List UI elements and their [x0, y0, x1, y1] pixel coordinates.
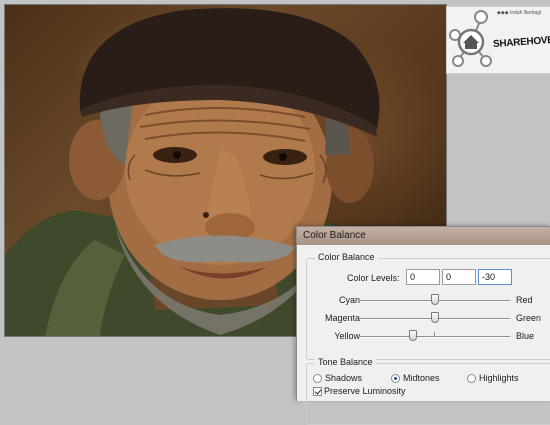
- highlights-label: Highlights: [479, 373, 519, 383]
- dialog-title: Color Balance: [303, 230, 366, 241]
- yellow-blue-level-input[interactable]: -30: [478, 269, 512, 285]
- color-balance-group: Color Balance Color Levels: 0 0 -30 Cyan…: [306, 252, 550, 360]
- midtones-label: Midtones: [403, 373, 440, 383]
- preserve-luminosity-checkbox[interactable]: Preserve Luminosity: [313, 386, 406, 396]
- blue-label: Blue: [516, 331, 535, 341]
- magenta-green-level-input[interactable]: 0: [442, 269, 476, 285]
- magenta-green-slider[interactable]: [360, 312, 510, 323]
- magenta-green-slider-row: Magenta Green: [307, 311, 550, 327]
- magenta-label: Magenta: [324, 313, 360, 323]
- tone-balance-group: Tone Balance Shadows Midtones Highlights…: [306, 357, 550, 425]
- yellow-blue-slider-thumb[interactable]: [408, 330, 417, 341]
- yellow-label: Yellow: [334, 331, 360, 341]
- preserve-luminosity-checkbox-box[interactable]: [313, 387, 322, 396]
- cyan-label: Cyan: [338, 295, 360, 305]
- radio-midtones[interactable]: Midtones: [391, 373, 440, 383]
- watermark-logo: ◆◆◆ Indah Berbagi SHAREHOVEL: [446, 6, 550, 74]
- color-balance-dialog: Color Balance Color Balance Color Levels…: [296, 226, 550, 425]
- tone-balance-heading: Tone Balance: [315, 357, 376, 367]
- radio-midtones-button[interactable]: [391, 374, 400, 383]
- magenta-green-slider-thumb[interactable]: [431, 312, 439, 323]
- radio-highlights-button[interactable]: [467, 374, 476, 383]
- dialog-titlebar[interactable]: Color Balance: [297, 227, 550, 245]
- yellow-blue-slider[interactable]: [360, 330, 510, 341]
- color-balance-heading: Color Balance: [315, 252, 378, 262]
- radio-shadows-button[interactable]: [313, 374, 322, 383]
- shadows-label: Shadows: [325, 373, 363, 383]
- radio-shadows[interactable]: Shadows: [313, 373, 362, 383]
- cyan-red-level-input[interactable]: 0: [406, 269, 440, 285]
- color-levels-label: Color Levels:: [347, 273, 400, 283]
- cyan-red-slider-row: Cyan Red: [307, 293, 550, 309]
- green-label: Green: [516, 313, 542, 323]
- preserve-luminosity-label: Preserve Luminosity: [324, 386, 406, 396]
- red-label: Red: [516, 295, 533, 305]
- cyan-red-slider[interactable]: [360, 294, 510, 305]
- center-tick: [434, 332, 435, 336]
- cyan-red-slider-thumb[interactable]: [431, 294, 439, 305]
- watermark-tagline: ◆◆◆ Indah Berbagi: [497, 10, 542, 16]
- radio-highlights[interactable]: Highlights: [467, 373, 519, 383]
- yellow-blue-slider-row: Yellow Blue: [307, 329, 550, 345]
